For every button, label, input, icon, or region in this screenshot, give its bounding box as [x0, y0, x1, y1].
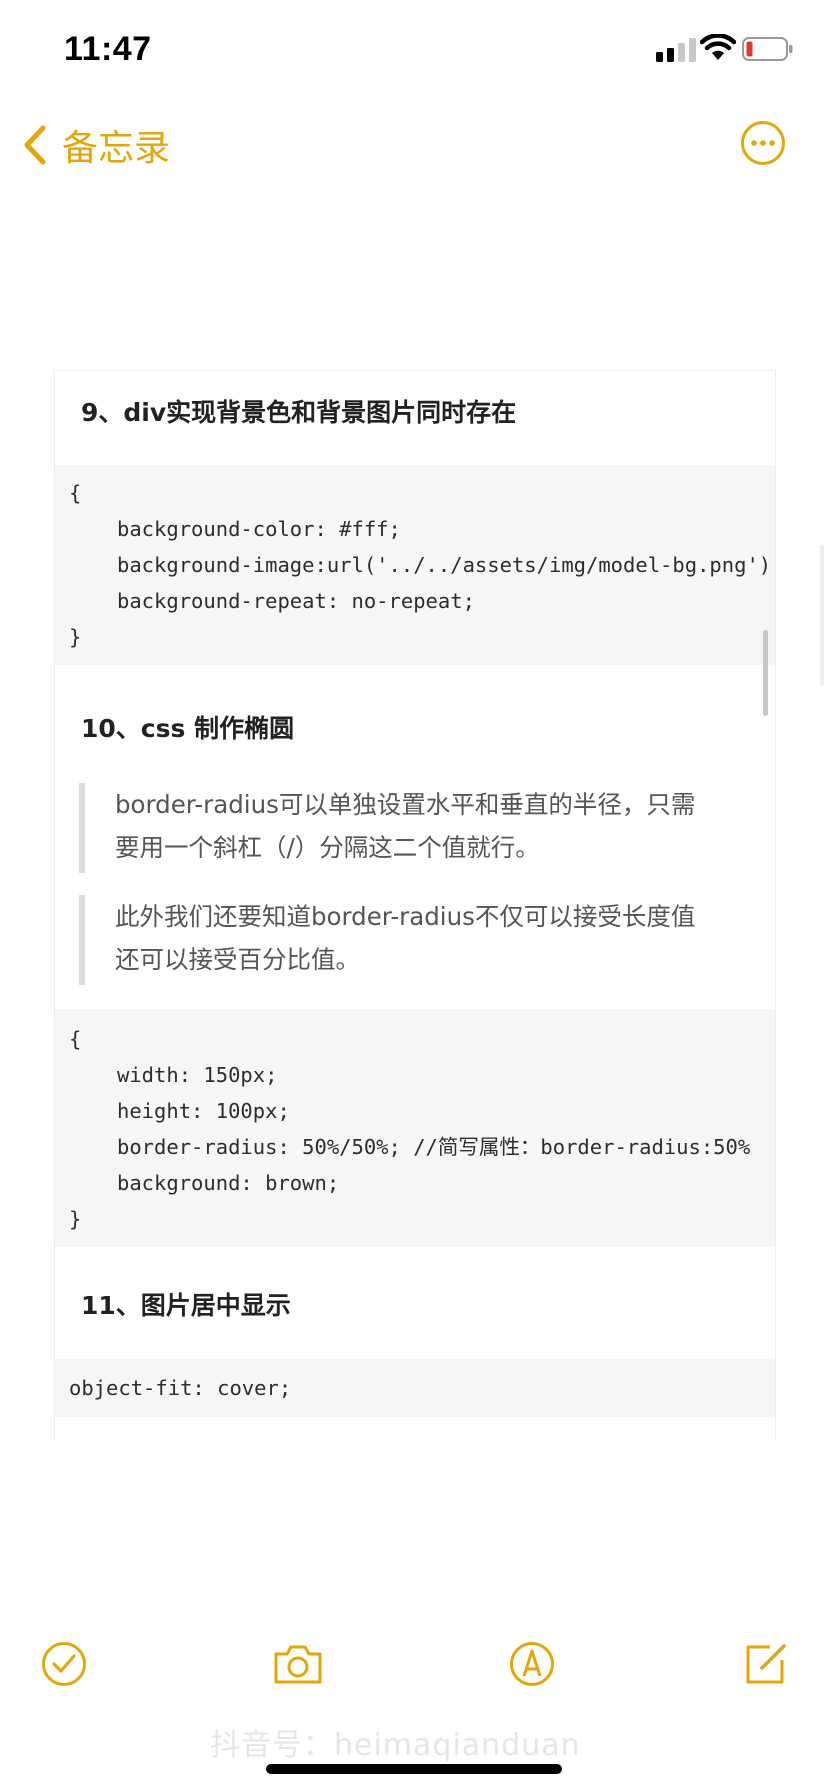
code-line: height: 100px; [117, 1099, 290, 1123]
pen-tip-icon[interactable] [508, 1640, 556, 1688]
section-10-quote-1: border-radius可以单独设置水平和垂直的半径，只需要用一个斜杠（/）分… [79, 783, 729, 873]
wifi-icon [700, 34, 736, 60]
bottom-toolbar [0, 1640, 828, 1720]
cellular-signal-icon [656, 38, 696, 62]
scrollbar-thumb[interactable] [763, 630, 768, 716]
quote-bar [79, 783, 85, 873]
section-10-quote-2: 此外我们还要知道border-radius不仅可以接受长度值还可以接受百分比值。 [79, 895, 729, 985]
home-indicator[interactable] [266, 1764, 562, 1774]
code-line: background-image:url('../../assets/img/m… [117, 553, 772, 577]
checkmark-circle-icon[interactable] [40, 1640, 88, 1688]
quote-text: border-radius可以单独设置水平和垂直的半径，只需要用一个斜杠（/）分… [115, 790, 696, 862]
battery-icon [742, 37, 793, 61]
quote-text: 此外我们还要知道border-radius不仅可以接受长度值还可以接受百分比值。 [115, 902, 696, 974]
section-10-code-block: { width: 150px; height: 100px; border-ra… [55, 1009, 775, 1247]
camera-icon[interactable] [272, 1640, 324, 1688]
more-options-button[interactable] [740, 120, 786, 166]
chevron-left-icon [24, 125, 46, 165]
section-11-heading: 11、图片居中显示 [81, 1291, 291, 1320]
back-button[interactable]: 备忘录 [22, 120, 170, 170]
status-bar: 11:47 [0, 0, 828, 100]
watermark-text: 抖音号：heimaqianduan [210, 1728, 581, 1763]
code-line: { [69, 481, 82, 505]
quote-bar [79, 895, 85, 985]
code-line: width: 150px; [117, 1063, 278, 1087]
code-line: background-repeat: no-repeat; [117, 589, 475, 613]
section-9-code-block: { background-color: #fff; background-ima… [55, 465, 775, 665]
code-line: } [69, 625, 82, 649]
code-line: background-color: #fff; [117, 517, 401, 541]
code-line: } [69, 1207, 82, 1231]
section-10-heading: 10、css 制作椭圆 [81, 714, 295, 743]
compose-icon[interactable] [742, 1640, 790, 1688]
navigation-bar: 备忘录 [0, 100, 828, 190]
back-label: 备忘录 [62, 128, 171, 169]
note-content[interactable]: 9、div实现背景色和背景图片同时存在 { background-color: … [54, 370, 776, 1441]
status-time: 11:47 [64, 30, 152, 68]
edge-scroll-indicator [820, 545, 824, 685]
code-line: { [69, 1027, 82, 1051]
code-line: object-fit: cover; [69, 1376, 292, 1400]
code-line: border-radius: 50%/50%; //简写属性：border-ra… [117, 1135, 751, 1159]
code-line: background: brown; [117, 1171, 340, 1195]
section-11-code-block: object-fit: cover; [55, 1359, 775, 1417]
section-9-heading: 9、div实现背景色和背景图片同时存在 [81, 398, 517, 427]
